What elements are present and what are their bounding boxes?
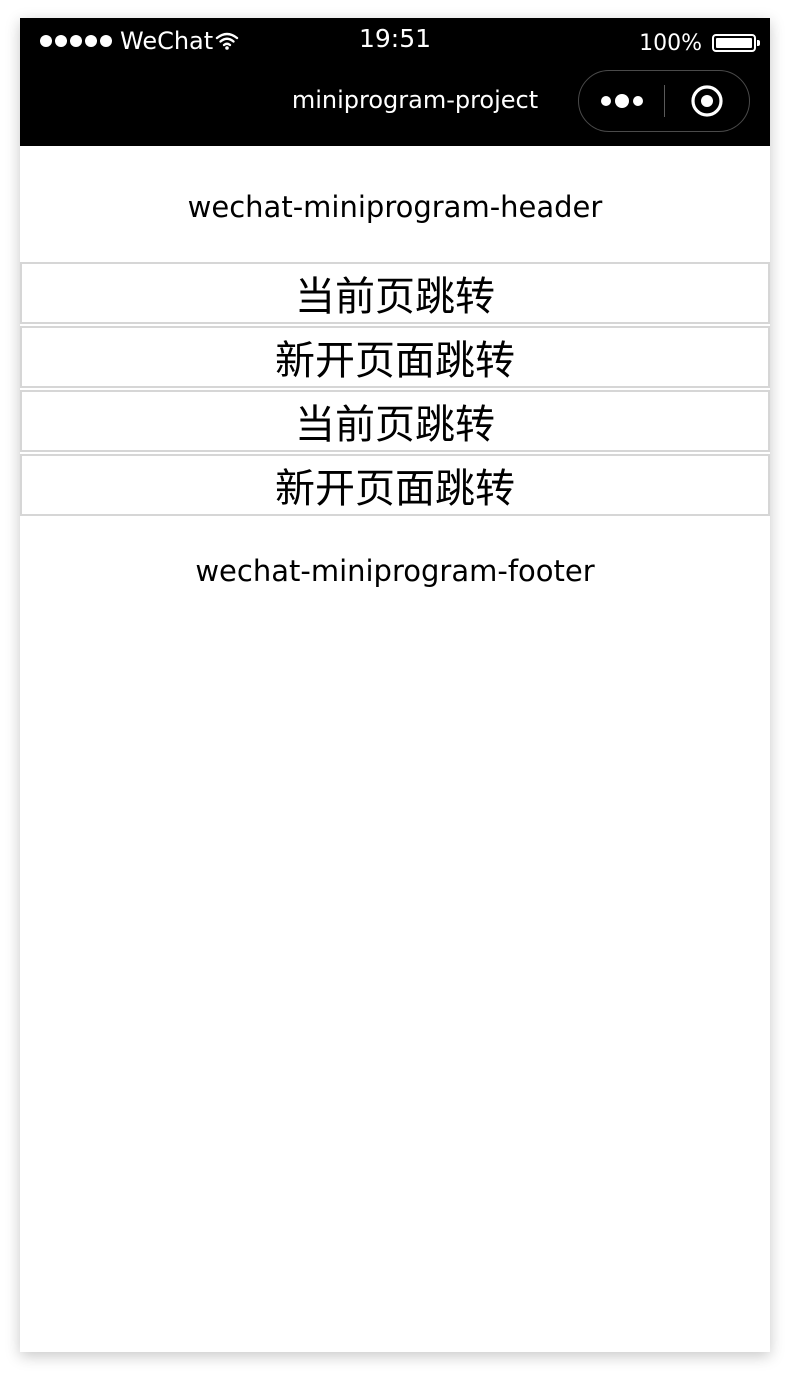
nav-list: 当前页跳转 新开页面跳转 当前页跳转 新开页面跳转	[20, 262, 770, 518]
page-header: wechat-miniprogram-header	[187, 190, 603, 224]
more-dots-icon[interactable]	[579, 71, 664, 131]
battery-icon	[712, 34, 760, 52]
phone-frame: WeChat 19:51 100% miniprogram-project we…	[20, 18, 770, 1352]
status-right: 100%	[639, 28, 760, 58]
capsule-menu	[578, 70, 750, 132]
battery-fill	[716, 38, 752, 48]
page-footer: wechat-miniprogram-footer	[195, 554, 595, 588]
nav-item-new-page[interactable]: 新开页面跳转	[20, 454, 770, 516]
target-close-icon[interactable]	[665, 71, 749, 131]
nav-item-current-page[interactable]: 当前页跳转	[20, 262, 770, 324]
battery-nub	[757, 40, 760, 46]
nav-item-current-page[interactable]: 当前页跳转	[20, 390, 770, 452]
battery-percent: 100%	[639, 30, 702, 56]
top-bar: WeChat 19:51 100% miniprogram-project	[20, 18, 770, 146]
nav-item-new-page[interactable]: 新开页面跳转	[20, 326, 770, 388]
